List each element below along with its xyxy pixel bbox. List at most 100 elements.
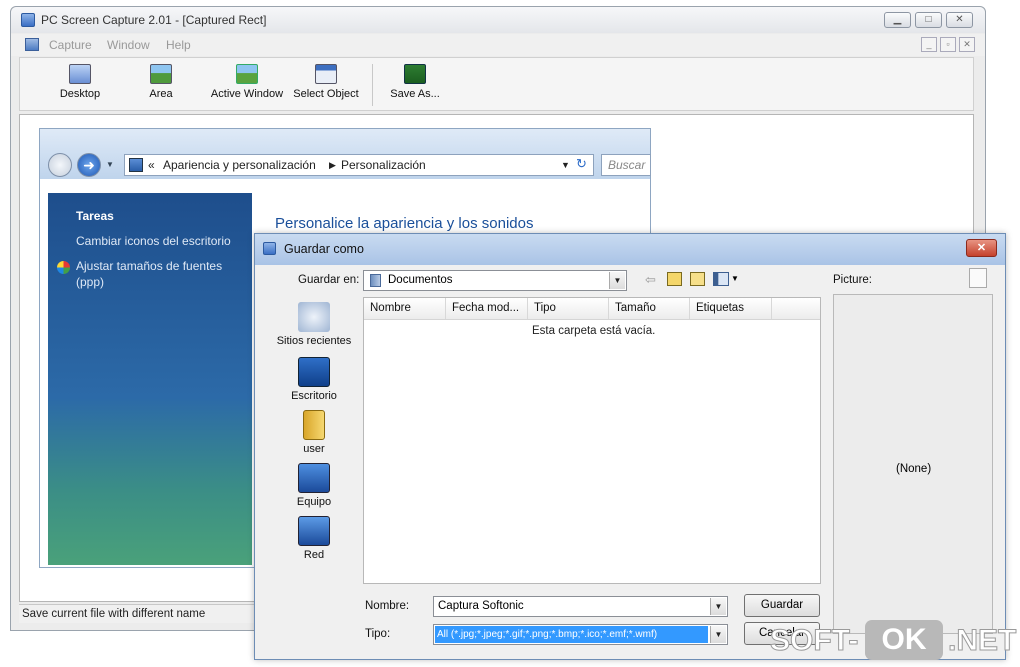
preview-page-icon[interactable]: [969, 268, 987, 288]
network-icon: [298, 516, 330, 546]
mdi-close-icon[interactable]: ✕: [959, 37, 975, 52]
documents-folder-icon: [370, 274, 381, 287]
toolbar-separator: [372, 64, 373, 106]
refresh-icon: ↻: [576, 156, 587, 171]
watermark-suffix: .NET: [947, 624, 1017, 658]
new-folder-icon[interactable]: [690, 272, 705, 286]
place-computer[interactable]: Equipo: [263, 463, 365, 508]
forward-icon: ➜: [77, 153, 101, 177]
select-object-icon: [315, 64, 337, 84]
active-window-icon: [236, 64, 258, 84]
column-header[interactable]: Etiquetas: [690, 298, 772, 319]
chevron-down-icon[interactable]: ▼: [710, 626, 726, 643]
save-as-dialog: Guardar como ✕ Guardar en: Documentos ▼ …: [254, 233, 1006, 660]
save-in-label: Guardar en:: [298, 274, 360, 286]
menu-bar: Capture Window Help _ ▫ ✕: [11, 34, 985, 56]
file-list[interactable]: Nombre Fecha mod... Tipo Tamaño Etiqueta…: [363, 297, 821, 584]
views-dropdown-icon[interactable]: ▼: [731, 274, 739, 283]
save-as-button[interactable]: Save As...: [385, 64, 445, 108]
maximize-icon[interactable]: □: [915, 12, 942, 28]
toolbar: Desktop Area Active Window Select Object…: [19, 57, 974, 111]
area-icon: [150, 64, 172, 84]
explorer-task-pane: Tareas Cambiar iconos del escritorio Aju…: [48, 193, 252, 565]
mdi-minimize-icon[interactable]: _: [921, 37, 937, 52]
desktop-button[interactable]: Desktop: [50, 64, 110, 108]
back-arrow-icon[interactable]: ⇦: [645, 272, 656, 288]
desktop-icon: [69, 64, 91, 84]
place-user[interactable]: user: [263, 410, 365, 455]
breadcrumb-item: Apariencia y personalización: [163, 158, 316, 172]
breadcrumb-item: Personalización: [341, 158, 426, 172]
select-object-button[interactable]: Select Object: [290, 64, 362, 108]
mdi-restore-icon[interactable]: ▫: [940, 37, 956, 52]
desktop-icon: [298, 357, 330, 387]
recent-places-icon: [298, 302, 330, 332]
desktop-label: Desktop: [59, 88, 101, 100]
up-folder-icon[interactable]: [667, 272, 682, 286]
place-label: Escritorio: [291, 390, 337, 402]
computer-icon: [298, 463, 330, 493]
back-icon: [48, 153, 72, 177]
explorer-search: Buscar: [601, 154, 651, 176]
place-label: Equipo: [296, 496, 332, 508]
save-button[interactable]: Guardar: [744, 594, 820, 617]
user-folder-icon: [303, 410, 325, 440]
breadcrumb-prefix: «: [148, 158, 155, 172]
file-name-label: Nombre:: [365, 600, 410, 612]
shield-icon: [57, 261, 70, 274]
column-header[interactable]: Nombre: [364, 298, 446, 319]
dialog-title-bar: Guardar como ✕: [255, 234, 1005, 265]
place-recent[interactable]: Sitios recientes: [263, 302, 365, 347]
status-text: Save current file with different name: [22, 608, 206, 620]
area-label: Area: [149, 88, 173, 100]
file-list-header: Nombre Fecha mod... Tipo Tamaño Etiqueta…: [364, 298, 820, 320]
chevron-down-icon[interactable]: ▼: [710, 598, 726, 615]
places-bar: Sitios recientes Escritorio user Equipo …: [263, 294, 365, 594]
empty-folder-message: Esta carpeta está vacía.: [532, 325, 656, 337]
address-dropdown-icon: ▼: [561, 160, 570, 170]
watermark-prefix: SOFT-: [769, 624, 859, 658]
watermark-logo: SOFT- OK .NET: [769, 620, 1020, 664]
main-title-bar: PC Screen Capture 2.01 - [Captured Rect]…: [11, 7, 985, 33]
area-button[interactable]: Area: [137, 64, 185, 108]
place-desktop[interactable]: Escritorio: [263, 357, 365, 402]
control-panel-icon: [129, 158, 143, 172]
dialog-icon: [263, 242, 276, 255]
explorer-chrome: ➜ ▼ « Apariencia y personalización ▶ Per…: [40, 129, 651, 179]
task-link: Cambiar iconos del escritorio: [76, 234, 231, 248]
task-link-continued: (ppp): [76, 275, 105, 289]
history-dropdown-icon: ▼: [106, 160, 114, 169]
menu-help[interactable]: Help: [166, 38, 191, 52]
column-header[interactable]: Fecha mod...: [446, 298, 528, 319]
file-type-value: All (*.jpg;*.jpeg;*.gif;*.png;*.bmp;*.ic…: [435, 626, 708, 643]
breadcrumb-separator-icon: ▶: [329, 160, 336, 170]
place-label: Sitios recientes: [276, 335, 352, 347]
preview-value: (None): [896, 463, 932, 475]
column-header[interactable]: Tipo: [528, 298, 609, 319]
picture-label: Picture:: [833, 274, 872, 286]
column-header[interactable]: Tamaño: [609, 298, 690, 319]
save-as-label: Save As...: [390, 88, 440, 100]
dialog-close-icon[interactable]: ✕: [966, 239, 997, 257]
mdi-child-icon[interactable]: [25, 38, 39, 51]
minimize-icon[interactable]: ▁: [884, 12, 911, 28]
active-window-button[interactable]: Active Window: [208, 64, 286, 108]
close-icon[interactable]: ✕: [946, 12, 973, 28]
dialog-title: Guardar como: [284, 242, 364, 256]
menu-capture[interactable]: Capture: [49, 38, 92, 52]
file-name-value: Captura Softonic: [438, 600, 524, 612]
place-network[interactable]: Red: [263, 516, 365, 561]
address-bar: « Apariencia y personalización ▶ Persona…: [124, 154, 594, 176]
picture-preview: (None): [833, 294, 993, 634]
explorer-heading: Personalice la apariencia y los sonidos: [275, 215, 534, 232]
menu-window[interactable]: Window: [107, 38, 150, 52]
file-name-field[interactable]: Captura Softonic ▼: [433, 596, 728, 617]
app-icon: [21, 13, 35, 27]
file-type-select[interactable]: All (*.jpg;*.jpeg;*.gif;*.png;*.bmp;*.ic…: [433, 624, 728, 645]
save-in-combo[interactable]: Documentos ▼: [363, 270, 627, 291]
place-label: Red: [303, 549, 325, 561]
views-menu-icon[interactable]: [713, 272, 729, 286]
tasks-title: Tareas: [76, 209, 114, 223]
save-in-value: Documentos: [388, 274, 453, 286]
chevron-down-icon[interactable]: ▼: [609, 272, 625, 289]
